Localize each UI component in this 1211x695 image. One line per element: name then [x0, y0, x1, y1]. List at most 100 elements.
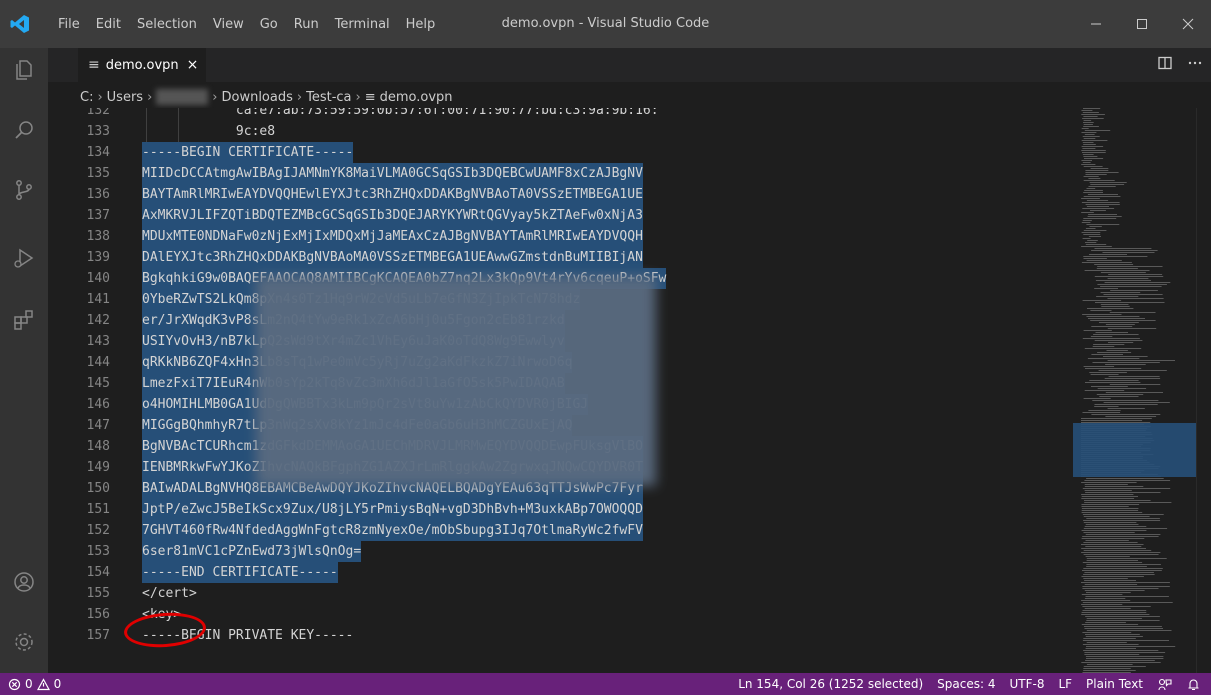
menu-file[interactable]: File [50, 17, 88, 32]
feedback-icon[interactable] [1157, 677, 1172, 692]
breadcrumb-downloads[interactable]: Downloads [221, 90, 292, 105]
minimap[interactable] [1073, 108, 1197, 673]
minimap-line [1083, 650, 1159, 651]
menu-selection[interactable]: Selection [129, 17, 205, 32]
minimap-line [1086, 188, 1096, 189]
minimap-line [1085, 616, 1160, 617]
minimap-line [1083, 516, 1150, 517]
minimap-line [1084, 484, 1128, 485]
window-controls [1073, 0, 1211, 48]
minimap-line [1082, 314, 1122, 315]
minimap-line [1083, 108, 1101, 109]
minimap-line [1084, 626, 1162, 627]
indentation[interactable]: Spaces: 4 [937, 677, 995, 691]
minimap-line [1081, 614, 1150, 615]
notifications-bell-icon[interactable] [1186, 677, 1201, 692]
minimap-line [1085, 534, 1161, 535]
breadcrumb-test-ca[interactable]: Test-ca [306, 90, 351, 105]
breadcrumb-users[interactable]: Users [107, 90, 143, 105]
menu-terminal[interactable]: Terminal [327, 17, 398, 32]
minimap-line [1105, 364, 1146, 365]
split-editor-button[interactable] [1157, 55, 1173, 75]
minimap-line [1081, 146, 1104, 147]
breadcrumb-drive[interactable]: C: [80, 90, 93, 105]
plaintext-file-icon: ≡ [364, 89, 376, 105]
minimap-line [1094, 276, 1164, 277]
explorer-button[interactable] [0, 48, 48, 92]
search-icon [15, 121, 33, 139]
search-button[interactable] [0, 108, 48, 152]
menu-run[interactable]: Run [286, 17, 327, 32]
minimap-line [1104, 282, 1171, 283]
menu-edit[interactable]: Edit [88, 17, 129, 32]
minimap-line [1081, 544, 1144, 545]
minimap-line [1085, 648, 1136, 649]
minimap-line [1086, 630, 1172, 631]
minimap-line [1099, 396, 1139, 397]
code-editor[interactable]: 132 ca:e7:ab:73:59:59:0b:57:6f:00:71:90:… [48, 108, 1073, 673]
breadcrumb-file[interactable]: demo.ovpn [380, 90, 453, 105]
minimap-line [1086, 564, 1161, 565]
editor-tabs: ≡ demo.ovpn × [48, 48, 1211, 82]
minimap-line [1085, 172, 1119, 173]
cursor-position[interactable]: Ln 154, Col 26 (1252 selected) [738, 677, 923, 691]
maximize-button[interactable] [1119, 0, 1165, 48]
end-of-line[interactable]: LF [1058, 677, 1072, 691]
minimap-line [1109, 312, 1156, 313]
minimap-line [1081, 538, 1145, 539]
minimap-line [1081, 624, 1139, 625]
minimap-line [1097, 352, 1132, 353]
minimap-line [1081, 114, 1105, 115]
minimap-line [1093, 334, 1139, 335]
minimap-line [1104, 378, 1161, 379]
minimap-line [1085, 228, 1096, 229]
breadcrumb-username-redacted[interactable] [156, 89, 209, 105]
minimap-line [1081, 132, 1097, 133]
minimap-line [1090, 210, 1106, 211]
code-text: 6ser81mVC1cPZnEwd73jWlsQnOg= [142, 541, 362, 562]
minimap-line [1084, 130, 1111, 131]
minimap-line [1082, 136, 1100, 137]
tab-close-button[interactable]: × [187, 57, 199, 73]
minimap-line [1105, 392, 1163, 393]
language-mode[interactable]: Plain Text [1086, 677, 1143, 691]
close-window-button[interactable] [1165, 0, 1211, 48]
minimap-line [1094, 340, 1143, 341]
more-actions-button[interactable] [1187, 55, 1203, 75]
minimap-line [1085, 656, 1164, 657]
accounts-button[interactable] [0, 560, 48, 604]
minimap-line [1089, 372, 1127, 373]
menu-help[interactable]: Help [398, 17, 444, 32]
minimap-line [1084, 158, 1104, 159]
vertical-scrollbar[interactable] [1196, 108, 1211, 673]
gear-icon [15, 633, 33, 651]
minimap-line [1081, 262, 1132, 263]
extensions-button[interactable] [0, 298, 48, 342]
minimap-line [1083, 550, 1152, 551]
warning-count: 0 [53, 677, 62, 691]
run-debug-button[interactable] [0, 236, 48, 280]
minimap-line [1083, 256, 1148, 257]
line-number: 147 [86, 418, 110, 433]
minimap-slider[interactable] [1073, 423, 1197, 477]
status-bar: 0 0 Ln 154, Col 26 (1252 selected) Space… [0, 673, 1211, 695]
minimap-line [1090, 310, 1112, 311]
tab-demo-ovpn[interactable]: ≡ demo.ovpn × [78, 48, 207, 82]
menu-go[interactable]: Go [252, 17, 286, 32]
minimap-line [1084, 190, 1103, 191]
redacted-region [256, 276, 656, 486]
minimap-line [1103, 402, 1170, 403]
menu-view[interactable]: View [205, 17, 252, 32]
minimap-line [1086, 316, 1140, 317]
minimap-line [1091, 354, 1123, 355]
code-text: 9c:e8 [142, 124, 276, 139]
problems-indicator[interactable]: 0 0 [8, 673, 61, 695]
minimap-line [1091, 250, 1158, 251]
minimize-button[interactable] [1073, 0, 1119, 48]
manage-button[interactable] [0, 620, 48, 664]
encoding[interactable]: UTF-8 [1009, 677, 1044, 691]
minimap-line [1083, 176, 1099, 177]
source-control-button[interactable] [0, 168, 48, 212]
minimap-line [1082, 300, 1122, 301]
chevron-right-icon: › [212, 89, 218, 105]
